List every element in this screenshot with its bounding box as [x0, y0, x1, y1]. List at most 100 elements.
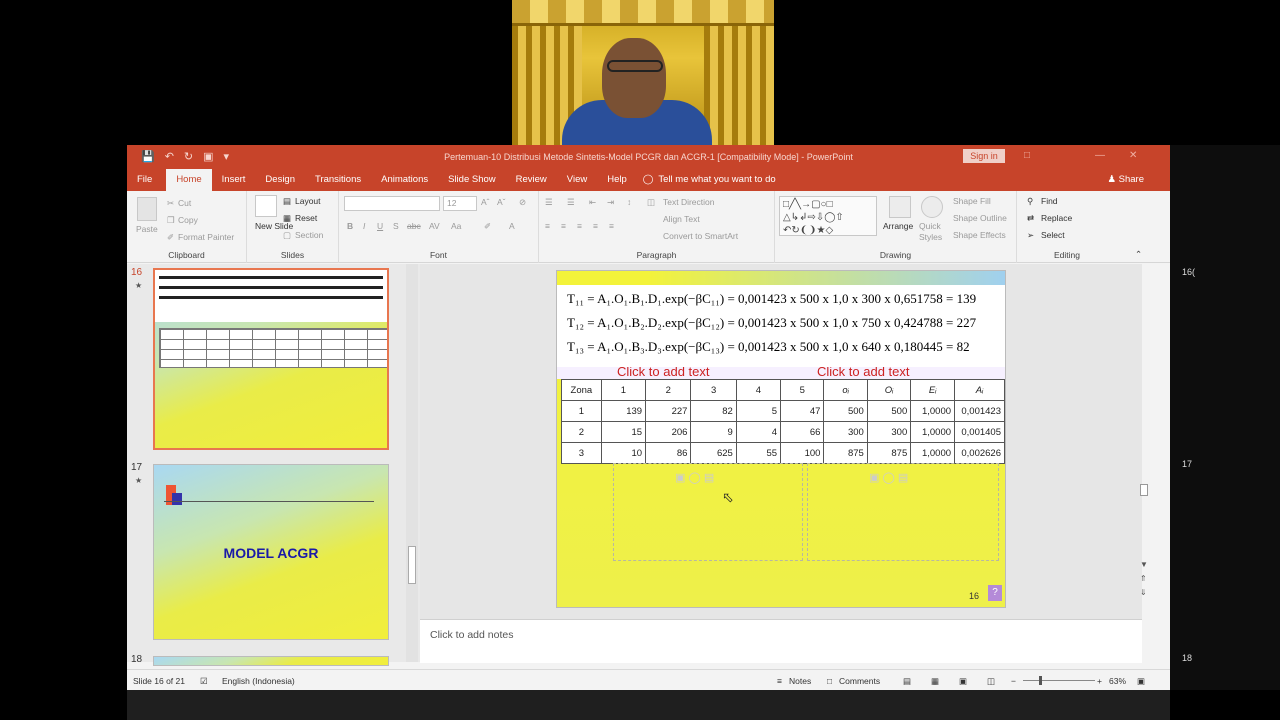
equations-box[interactable]: T₁₁ = A₁.O₁.B₁.D₁.exp(−βC₁₁) = 0,001423 … — [557, 285, 1005, 373]
font-shrink-icon[interactable]: Aˇ — [497, 197, 506, 207]
tab-file[interactable]: File — [127, 169, 162, 191]
slideshow-icon[interactable]: ◫ — [987, 676, 995, 687]
shadow-icon[interactable]: S — [393, 221, 399, 231]
shape-fill-button[interactable]: Shape Fill — [953, 196, 991, 206]
minimize-icon[interactable]: — — [1095, 150, 1105, 161]
notes-pane[interactable]: Click to add notes — [420, 619, 1142, 663]
change-case-icon[interactable]: Aa — [451, 221, 461, 231]
find-button[interactable]: Find — [1041, 196, 1058, 206]
arrange-icon[interactable] — [889, 196, 911, 218]
quick-styles-button[interactable]: Quick Styles — [919, 221, 949, 243]
numbering-icon[interactable]: ☰ — [567, 197, 575, 208]
section-button[interactable]: Section — [295, 230, 323, 240]
justify-icon[interactable]: ≡ — [593, 221, 598, 231]
tab-transitions[interactable]: Transitions — [305, 169, 371, 191]
distribute-icon[interactable]: ≡ — [609, 221, 614, 231]
zoom-slider[interactable] — [1023, 680, 1095, 681]
thumb-slide-17[interactable]: MODEL ACGR — [153, 464, 389, 640]
reset-button[interactable]: Reset — [295, 213, 317, 223]
italic-icon[interactable]: I — [363, 221, 365, 231]
spell-check-icon[interactable]: ☑ — [200, 676, 208, 687]
language-indicator[interactable]: English (Indonesia) — [222, 676, 295, 686]
prev-slide-icon[interactable]: ⇑ — [1140, 574, 1147, 583]
text-direction-button[interactable]: Text Direction — [663, 197, 715, 207]
tab-home[interactable]: Home — [166, 169, 212, 191]
thumbs-scrollbar[interactable] — [406, 264, 418, 662]
slide-thumbnails-pane: 16 ★ 17 ★ MODEL ACGR 18 — [127, 264, 420, 666]
zoom-slider-thumb[interactable] — [1039, 676, 1042, 685]
convert-smartart-button[interactable]: Convert to SmartArt — [663, 231, 738, 241]
copy-button[interactable]: Copy — [178, 215, 198, 225]
notes-button[interactable]: Notes — [789, 676, 811, 686]
paste-button[interactable]: Paste — [136, 224, 158, 234]
shape-effects-button[interactable]: Shape Effects — [953, 230, 1006, 240]
line-spacing-icon[interactable]: ↕ — [627, 197, 631, 207]
align-left-icon[interactable]: ≡ — [545, 221, 550, 231]
tab-view[interactable]: View — [557, 169, 597, 191]
comments-button[interactable]: Comments — [839, 676, 880, 686]
zoom-level[interactable]: 63% — [1109, 676, 1126, 686]
normal-view-icon[interactable]: ▤ — [903, 676, 911, 687]
font-name-field[interactable] — [344, 196, 440, 211]
reading-view-icon[interactable]: ▣ — [959, 676, 967, 687]
tab-design[interactable]: Design — [255, 169, 305, 191]
thumb-slide-18[interactable] — [153, 656, 389, 666]
canvas-scroll-thumb[interactable] — [1140, 484, 1148, 496]
tab-animations[interactable]: Animations — [371, 169, 438, 191]
placeholder-right-text[interactable]: Click to add text — [817, 367, 910, 379]
layout-button[interactable]: Layout — [295, 196, 321, 206]
quick-styles-icon[interactable] — [921, 196, 943, 218]
thumbs-scroll-thumb[interactable] — [408, 546, 416, 584]
next-slide-icon[interactable]: ⇓ — [1140, 588, 1147, 597]
paste-icon[interactable] — [137, 197, 157, 221]
thumb-slide-16[interactable] — [153, 268, 389, 450]
tab-review[interactable]: Review — [506, 169, 557, 191]
fit-slide-icon[interactable]: ▣ — [1137, 676, 1145, 687]
columns-icon[interactable]: ◫ — [647, 197, 655, 208]
insert-icons-right[interactable]: ▣ ◯ ▤ — [869, 471, 908, 484]
zoom-in-icon[interactable]: + — [1097, 676, 1102, 686]
scroll-down-icon[interactable]: ▼ — [1140, 560, 1148, 569]
bold-icon[interactable]: B — [347, 221, 353, 231]
indent-increase-icon[interactable]: ⇥ — [607, 197, 614, 208]
font-size-field[interactable]: 12 — [443, 196, 477, 211]
align-text-button[interactable]: Align Text — [663, 214, 700, 224]
strike-icon[interactable]: abc — [407, 221, 421, 231]
tell-me-box[interactable]: ◯ Tell me what you want to do — [637, 169, 786, 191]
bullets-icon[interactable]: ☰ — [545, 197, 553, 208]
align-center-icon[interactable]: ≡ — [561, 221, 566, 231]
canvas-scrollbar[interactable]: ▼ ⇑ ⇓ — [1137, 264, 1151, 662]
shapes-gallery[interactable]: □╱╲→▢○□ △↳↲⇨⇩◯⇧ ↶↻❨❩★◇ — [779, 196, 877, 236]
format-painter-button[interactable]: Format Painter — [178, 232, 234, 242]
sign-in-button[interactable]: Sign in — [963, 149, 1005, 163]
trip-table[interactable]: Zona 1 2 3 4 5 oᵢ Oᵢ Eᵢ Aᵢ 1 139 227 82 5 47 500 500 1,000… — [561, 379, 1005, 464]
indent-decrease-icon[interactable]: ⇤ — [589, 197, 596, 208]
replace-button[interactable]: Replace — [1041, 213, 1072, 223]
clipboard-label: Clipboard — [168, 250, 205, 260]
tab-help[interactable]: Help — [597, 169, 637, 191]
cut-button[interactable]: Cut — [178, 198, 191, 208]
new-slide-icon[interactable] — [255, 195, 277, 217]
spacing-icon[interactable]: AV — [429, 221, 440, 231]
current-slide[interactable]: T₁₁ = A₁.O₁.B₁.D₁.exp(−βC₁₁) = 0,001423 … — [556, 270, 1006, 608]
help-button[interactable]: ? — [988, 585, 1002, 601]
zoom-out-icon[interactable]: − — [1011, 676, 1016, 686]
insert-icons-left[interactable]: ▣ ◯ ▤ — [675, 471, 714, 484]
select-button[interactable]: Select — [1041, 230, 1065, 240]
tab-slide-show[interactable]: Slide Show — [438, 169, 506, 191]
align-right-icon[interactable]: ≡ — [577, 221, 582, 231]
tab-insert[interactable]: Insert — [212, 169, 256, 191]
font-color-icon[interactable]: A — [509, 221, 515, 231]
slide-sorter-icon[interactable]: ▦ — [931, 676, 939, 687]
highlight-icon[interactable]: ✐ — [484, 221, 491, 232]
share-button[interactable]: ♟ Share — [1107, 174, 1144, 185]
underline-icon[interactable]: U — [377, 221, 383, 231]
arrange-button[interactable]: Arrange — [883, 221, 913, 231]
close-icon[interactable]: ✕ — [1129, 150, 1137, 161]
font-grow-icon[interactable]: Aˆ — [481, 197, 490, 207]
placeholder-left-text[interactable]: Click to add text — [617, 367, 710, 379]
shape-outline-button[interactable]: Shape Outline — [953, 213, 1007, 223]
ribbon-display-icon[interactable]: □ — [1024, 150, 1030, 161]
clear-format-icon[interactable]: ⊘ — [519, 197, 526, 208]
collapse-ribbon-icon[interactable]: ⌃ — [1135, 249, 1142, 260]
